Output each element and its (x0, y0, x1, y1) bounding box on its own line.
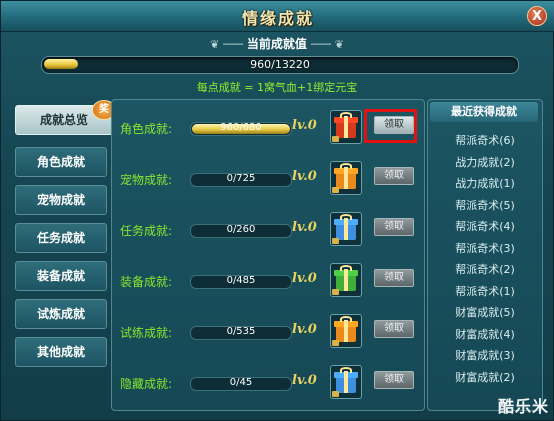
claim-button[interactable]: 领取 (374, 218, 414, 236)
sidebar-item[interactable]: 角色成就 (15, 147, 107, 177)
close-icon: X (531, 9, 543, 24)
sidebar-item-label: 成就总览 (39, 113, 88, 127)
recent-achievement-item: 帮派奇术(4) (455, 220, 515, 233)
category-progress-bar: 0/725 (190, 173, 292, 187)
category-label: 隐藏成就: (120, 377, 173, 391)
category-progress-text: 0/260 (226, 224, 256, 235)
recent-achievement-item: 财富成就(4) (455, 327, 515, 341)
category-progress-bar: 0/260 (190, 224, 292, 238)
claim-button[interactable]: 领取 (374, 320, 414, 338)
bonus-description: 每点成就 = 1窝气血+1绑定元宝 (196, 81, 358, 94)
category-progress-text: 0/45 (229, 377, 253, 388)
summary-header-label: 当前成就值 (246, 37, 307, 51)
recent-achievement-item: 财富成就(3) (455, 349, 515, 362)
sidebar-item-label: 任务成就 (36, 231, 85, 245)
category-level: lv.0 (292, 271, 317, 286)
title-bar: 情缘成就 X (1, 1, 554, 32)
recent-achievement-item: 战力成就(1) (455, 177, 515, 190)
recent-achievement-item: 帮派奇术(5) (455, 198, 515, 212)
claim-button[interactable]: 领取 (374, 371, 414, 389)
recent-header: 最近获得成就 (430, 102, 538, 122)
gift-box-icon[interactable] (330, 110, 362, 144)
category-label: 任务成就: (120, 224, 173, 238)
category-progress-bar: 960/680 (190, 122, 292, 136)
category-progress-text: 0/485 (226, 275, 256, 286)
sidebar-item[interactable]: 任务成就 (15, 223, 107, 253)
achievement-window: 情缘成就 X ❦ ─── 当前成就值 ─── ❦ 960/13220 每点成就 … (0, 0, 554, 421)
category-progress-bar: 0/535 (190, 326, 292, 340)
category-label: 角色成就: (120, 122, 173, 136)
category-label: 宠物成就: (120, 173, 173, 187)
recent-achievement-item: 战力成就(2) (455, 155, 515, 169)
category-panel: 角色成就: 960/680 lv.0 领取 宠物成就: 0/725 lv.0 领取 任务成就: 0… (111, 99, 425, 411)
window-title: 情缘成就 (241, 9, 314, 28)
claim-button[interactable]: 领取 (374, 167, 414, 185)
highlight-frame (364, 109, 417, 143)
recent-achievements-panel: 最近获得成就 帮派奇术(6) 战力成就(2) 战力成就(1) 帮派奇术(5) 帮派奇术(… (427, 99, 543, 411)
sidebar-item-label: 装备成就 (36, 269, 85, 283)
recent-achievement-item: 帮派奇术(1) (455, 284, 515, 298)
recent-achievement-item: 帮派奇术(3) (455, 241, 515, 255)
ornament-left-icon: ❦ ─── (210, 38, 247, 51)
sidebar-item[interactable]: 成就总览奖 (15, 100, 116, 135)
category-progress-bar: 0/45 (190, 377, 292, 391)
gift-box-icon[interactable] (330, 314, 362, 348)
category-level: lv.0 (292, 118, 317, 133)
recent-achievement-item: 财富成就(2) (455, 370, 515, 384)
category-label: 试练成就: (120, 326, 173, 340)
ornament-right-icon: ─── ❦ (311, 38, 344, 51)
sidebar-item-label: 试炼成就 (36, 307, 85, 321)
lock-icon (332, 136, 339, 142)
sidebar-item[interactable]: 试炼成就 (15, 299, 107, 329)
gift-box-icon[interactable] (330, 263, 362, 297)
total-progress-text: 960/13220 (250, 58, 310, 71)
recent-achievement-item: 帮派奇术(2) (455, 263, 515, 276)
sidebar-item[interactable]: 装备成就 (15, 261, 107, 291)
category-row: 装备成就: 0/485 lv.0 领取 (112, 261, 424, 301)
summary-header: ❦ ─── 当前成就值 ─── ❦ (9, 35, 545, 51)
category-row: 任务成就: 0/260 lv.0 领取 (112, 210, 424, 250)
recent-achievement-item: 帮派奇术(6) (455, 134, 515, 147)
sidebar-item-label: 角色成就 (36, 155, 85, 169)
category-progress-text: 0/535 (226, 326, 256, 337)
close-button[interactable]: X (527, 6, 547, 26)
sidebar-item[interactable]: 宠物成就 (15, 185, 107, 215)
category-progress-text: 0/725 (226, 173, 256, 184)
recent-achievement-item: 财富成就(5) (455, 306, 515, 319)
lock-icon (332, 289, 339, 295)
gift-box-icon[interactable] (330, 161, 362, 195)
category-level: lv.0 (292, 322, 317, 337)
lock-icon (332, 340, 339, 346)
total-progress-bar: 960/13220 (41, 56, 519, 74)
sidebar-item[interactable]: 其他成就 (15, 337, 107, 367)
category-level: lv.0 (292, 169, 317, 184)
category-level: lv.0 (292, 373, 317, 388)
lock-icon (332, 238, 339, 244)
category-row: 试练成就: 0/535 lv.0 领取 (112, 312, 424, 352)
category-row: 宠物成就: 0/725 lv.0 领取 (112, 159, 424, 199)
sidebar-item-label: 其他成就 (36, 345, 85, 359)
category-row: 隐藏成就: 0/45 lv.0 领取 (112, 363, 424, 403)
gift-box-icon[interactable] (330, 212, 362, 246)
gift-box-icon[interactable] (330, 365, 362, 399)
lock-icon (332, 391, 339, 397)
lock-icon (332, 187, 339, 193)
category-progress-text: 960/680 (220, 122, 262, 133)
watermark-logo: 酷乐米 (497, 397, 549, 416)
claim-button[interactable]: 领取 (374, 269, 414, 287)
category-progress-bar: 0/485 (190, 275, 292, 289)
category-label: 装备成就: (120, 275, 173, 289)
sidebar-item-label: 宠物成就 (36, 193, 85, 207)
category-level: lv.0 (292, 220, 317, 235)
